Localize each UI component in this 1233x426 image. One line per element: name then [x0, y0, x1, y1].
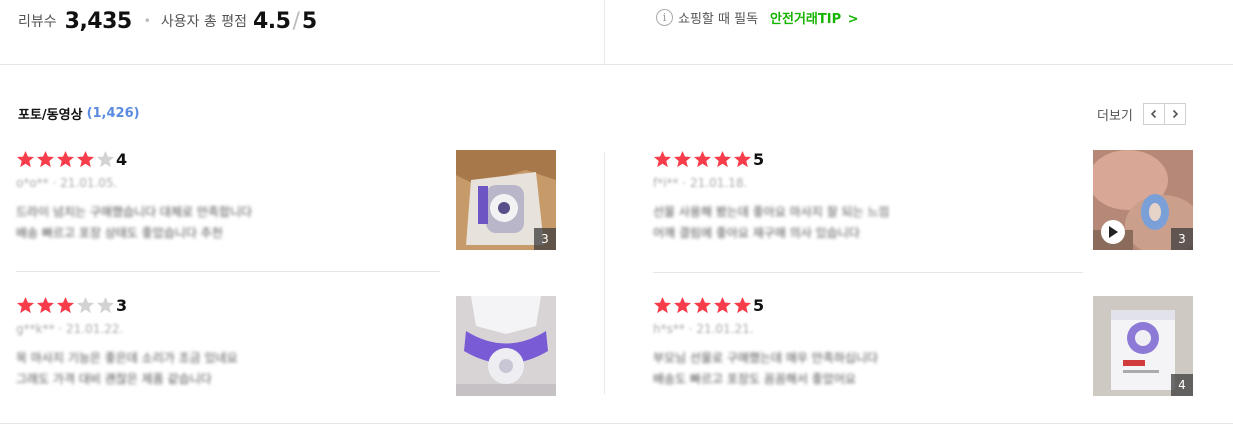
review-row-divider-left: [16, 271, 440, 272]
star-filled-icon: [56, 150, 75, 168]
star-rating: [653, 296, 753, 315]
summary-separator: •: [143, 14, 151, 28]
review-summary: 리뷰수 3,435 • 사용자 총 평점 4.5 / 5: [18, 6, 317, 36]
review-card[interactable]: 4 o*o** · 21.01.05. 드라이 넘치는 구매했습니다 대체로 만…: [16, 150, 556, 250]
chevron-left-icon: [1150, 109, 1156, 119]
review-card[interactable]: 3 g**k** · 21.01.22. 목 마사지 기능은 좋은데 소리가 조…: [16, 296, 556, 396]
review-grid-divider: [604, 152, 605, 394]
photo-section-count: (1,426): [86, 106, 140, 121]
photo-count-badge: 3: [1171, 228, 1193, 250]
photo-section-header: 포토/동영상 (1,426): [18, 104, 140, 123]
review-text: 선물 사용해 봤는데 좋아요 마사지 잘 되는 느낌 어깨 결림에 좋아요 재구…: [653, 202, 1073, 244]
safe-trade-tip-link[interactable]: 안전거래TIP >: [770, 8, 859, 27]
review-date: 21.01.18.: [690, 176, 748, 190]
section-bottom-border: [0, 423, 1233, 424]
review-meta: h*s** · 21.01.21.: [653, 322, 754, 336]
photo-count-badge: 4: [1171, 374, 1193, 396]
review-date: 21.01.05.: [60, 176, 118, 190]
star-filled-icon: [653, 296, 672, 314]
review-text-line: 목 마사지 기능은 좋은데 소리가 조금 있네요: [16, 351, 238, 365]
chevron-right-icon: [1172, 109, 1179, 119]
review-text: 부모님 선물로 구매했는데 매우 만족하십니다 배송도 빠르고 포장도 꼼꼼해서…: [653, 348, 1073, 390]
star-empty-icon: [96, 296, 115, 314]
tip-text: 쇼핑할 때 필독: [678, 11, 759, 27]
review-author: f*i**: [653, 176, 679, 190]
review-score: 5: [753, 296, 765, 315]
review-card[interactable]: 5 h*s** · 21.01.21. 부모님 선물로 구매했는데 매우 만족하…: [653, 296, 1193, 396]
review-meta: o*o** · 21.01.05.: [16, 176, 118, 190]
star-filled-icon: [713, 296, 732, 314]
review-author: o*o**: [16, 176, 49, 190]
review-date: 21.01.22.: [66, 322, 124, 336]
star-filled-icon: [36, 296, 55, 314]
star-filled-icon: [693, 296, 712, 314]
rating-value: 4.5: [253, 8, 291, 34]
rating-label: 사용자 총 평점: [160, 14, 247, 30]
review-count-label: 리뷰수: [18, 14, 57, 30]
safe-trade-tip: i 쇼핑할 때 필독 안전거래TIP >: [656, 8, 859, 27]
star-rating: [653, 150, 753, 169]
review-text-line: 배송 빠르고 포장 상태도 좋았습니다 추천: [16, 226, 223, 240]
star-filled-icon: [673, 296, 692, 314]
review-author: g**k**: [16, 322, 55, 336]
chevron-right-icon: >: [847, 11, 859, 27]
review-meta: f*i** · 21.01.18.: [653, 176, 748, 190]
review-photo[interactable]: 4: [1093, 296, 1193, 396]
review-text-line: 그래도 가격 대비 괜찮은 제품 같습니다: [16, 372, 212, 386]
review-score: 3: [116, 296, 128, 315]
more-link[interactable]: 더보기: [1097, 105, 1133, 124]
star-filled-icon: [16, 150, 35, 168]
star-filled-icon: [673, 150, 692, 168]
star-filled-icon: [56, 296, 75, 314]
star-filled-icon: [733, 150, 752, 168]
review-count: 3,435: [64, 8, 133, 34]
star-filled-icon: [653, 150, 672, 168]
star-empty-icon: [96, 150, 115, 168]
review-row-divider-right: [653, 272, 1083, 273]
review-text-line: 어깨 결림에 좋아요 재구매 의사 있습니다: [653, 226, 860, 240]
star-filled-icon: [16, 296, 35, 314]
star-filled-icon: [733, 296, 752, 314]
review-text: 목 마사지 기능은 좋은데 소리가 조금 있네요 그래도 가격 대비 괜찮은 제…: [16, 348, 436, 390]
review-author: h*s**: [653, 322, 685, 336]
review-text-line: 배송도 빠르고 포장도 꼼꼼해서 좋았어요: [653, 372, 856, 386]
review-card[interactable]: 5 f*i** · 21.01.18. 선물 사용해 봤는데 좋아요 마사지 잘…: [653, 150, 1193, 250]
review-text-line: 드라이 넘치는 구매했습니다 대체로 만족합니다: [16, 205, 253, 219]
star-filled-icon: [36, 150, 55, 168]
star-rating: [16, 296, 116, 315]
summary-divider: [604, 0, 605, 64]
info-icon: i: [656, 8, 673, 26]
photo-section-title: 포토/동영상: [18, 108, 83, 123]
review-photo[interactable]: 3: [1093, 150, 1193, 250]
rating-max: 5: [301, 8, 317, 34]
review-meta: g**k** · 21.01.22.: [16, 322, 124, 336]
review-photo[interactable]: [456, 296, 556, 396]
star-filled-icon: [713, 150, 732, 168]
star-empty-icon: [76, 296, 95, 314]
tip-link-label: 안전거래TIP: [770, 11, 842, 27]
review-text-line: 선물 사용해 봤는데 좋아요 마사지 잘 되는 느낌: [653, 205, 890, 219]
summary-bottom-border: [0, 64, 1233, 65]
star-filled-icon: [76, 150, 95, 168]
review-score: 5: [753, 150, 765, 169]
review-photo[interactable]: 3: [456, 150, 556, 250]
prev-button[interactable]: [1142, 103, 1165, 125]
review-text-line: 부모님 선물로 구매했는데 매우 만족하십니다: [653, 351, 879, 365]
rating-slash: /: [292, 8, 300, 34]
review-date: 21.01.21.: [696, 322, 754, 336]
star-filled-icon: [693, 150, 712, 168]
photo-pager: 더보기: [1097, 103, 1186, 125]
photo-image: [456, 296, 556, 396]
review-text: 드라이 넘치는 구매했습니다 대체로 만족합니다 배송 빠르고 포장 상태도 좋…: [16, 202, 436, 244]
photo-count-badge: 3: [534, 228, 556, 250]
play-icon: [1101, 220, 1125, 244]
review-score: 4: [116, 150, 128, 169]
next-button[interactable]: [1163, 103, 1186, 125]
star-rating: [16, 150, 116, 169]
